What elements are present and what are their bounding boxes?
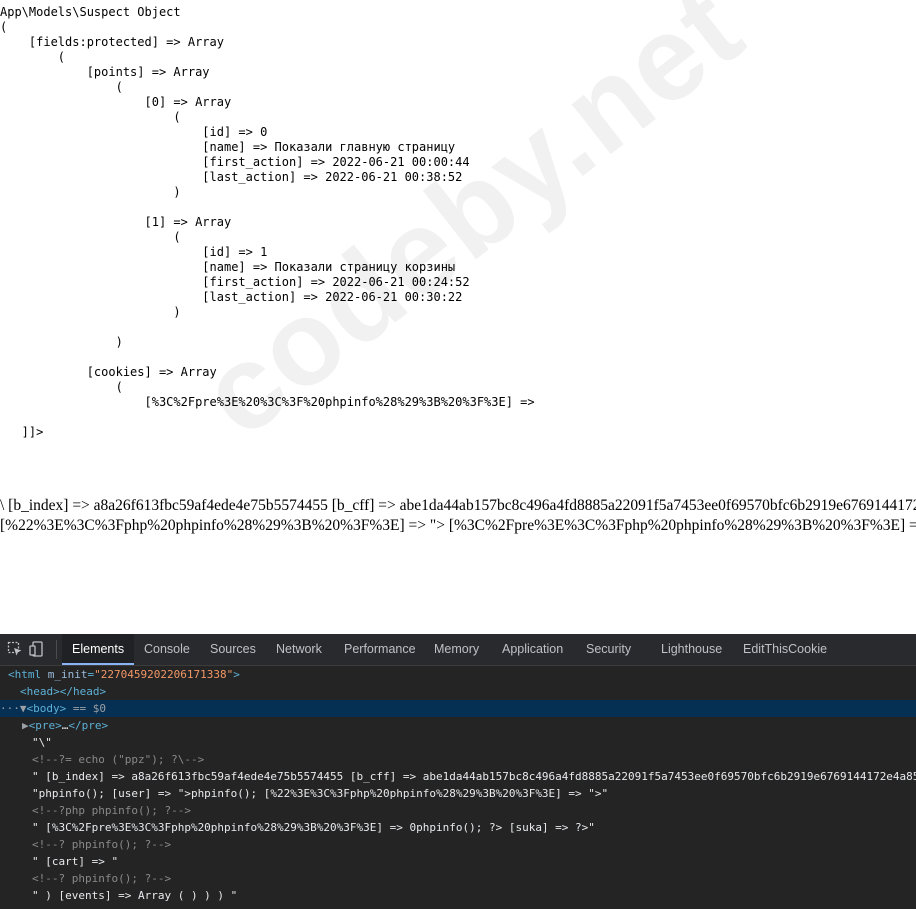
dom-node-head[interactable]: <head></head>	[0, 683, 916, 700]
pre-line: [name] => Показали страницу корзины	[0, 260, 456, 274]
pre-close-tag: </pre>	[68, 719, 109, 732]
dom-text-node[interactable]: " ) [events] => Array ( ) ) ) "	[0, 887, 916, 904]
text-content: " ) [events] => Array ( ) ) ) "	[32, 889, 238, 902]
pre-line: [id] => 0	[0, 125, 268, 139]
pre-line: [id] => 1	[0, 245, 268, 259]
comment-content: <!--?= echo ("ppz"); ?\-->	[32, 753, 205, 766]
pre-line: [0] => Array	[0, 95, 232, 109]
pre-line: [first_action] => 2022-06-21 00:00:44	[0, 155, 470, 169]
tab-elements[interactable]: Elements	[62, 634, 135, 665]
attr-name: m_init	[47, 668, 88, 681]
collapse-arrow-icon: ▶	[22, 719, 29, 732]
pre-line: [name] => Показали главную страницу	[0, 140, 456, 154]
tab-lighthouse[interactable]: Lighthouse	[661, 634, 722, 665]
pre-line: (	[0, 380, 123, 394]
pre-line: [1] => Array	[0, 215, 232, 229]
pre-line: [points] => Array	[0, 65, 210, 79]
text-content: " [%3C%2Fpre%3E%3C%3Fphp%20phpinfo%28%29…	[32, 821, 595, 834]
pre-line: App\Models\Suspect Object	[0, 5, 181, 19]
dom-text-node[interactable]: "\"	[0, 734, 916, 751]
pre-line: [%3C%2Fpre%3E%20%3C%3F%20phpinfo%28%29%3…	[0, 395, 535, 409]
pre-line: [fields:protected] => Array	[0, 35, 224, 49]
pre-line: (	[0, 50, 66, 64]
text-content: " [b_index] => a8a26f613fbc59af4ede4e75b…	[32, 770, 916, 783]
pre-line: [last_action] => 2022-06-21 00:38:52	[0, 170, 463, 184]
dom-comment-node[interactable]: <!--?php phpinfo(); ?-->	[0, 802, 916, 819]
dom-comment-node[interactable]: <!--? phpinfo(); ?-->	[0, 836, 916, 853]
tab-console[interactable]: Console	[144, 634, 190, 665]
tab-editthiscookie[interactable]: EditThisCookie	[743, 634, 827, 665]
html-close-bracket: >	[233, 668, 240, 681]
body-text-line: [%22%3E%3C%3Fphp%20phpinfo%28%29%3B%20%3…	[0, 517, 916, 534]
pre-line: (	[0, 230, 181, 244]
devtools-toolbar: Elements Console Sources Network Performance…	[0, 634, 916, 666]
pre-line: [first_action] => 2022-06-21 00:24:52	[0, 275, 470, 289]
pre-line: ]]>	[0, 425, 44, 439]
devtools-panel: Elements Console Sources Network Performance…	[0, 634, 916, 909]
tab-application[interactable]: Application	[502, 634, 563, 665]
device-toolbar-icon[interactable]	[29, 641, 45, 657]
dom-node-pre[interactable]: ▶<pre>…</pre>	[0, 717, 916, 734]
text-content: " [cart] => "	[32, 855, 119, 868]
pre-line: (	[0, 20, 8, 34]
dom-node-html[interactable]: <html m_init="2270459202206171338">	[0, 666, 916, 683]
body-tag: <body>	[26, 702, 67, 715]
body-expand-toggle: ···▼	[0, 702, 27, 715]
pre-line: (	[0, 110, 181, 124]
dom-text-node[interactable]: "phpinfo(); [user] => ">phpinfo(); [%22%…	[0, 785, 916, 802]
comment-content: <!--?php phpinfo(); ?-->	[32, 804, 191, 817]
toolbar-separator	[56, 640, 57, 659]
pre-line: )	[0, 305, 181, 319]
print-r-output: codeby.net App\Models\Suspect Object( [f…	[0, 0, 916, 455]
head-tag: <head></head>	[20, 685, 107, 698]
comment-content: <!--? phpinfo(); ?-->	[32, 838, 172, 851]
dom-comment-node[interactable]: <!--? phpinfo(); ?-->	[0, 870, 916, 887]
pre-line: [cookies] => Array	[0, 365, 217, 379]
html-open-tag: <html	[8, 668, 42, 681]
watermark: codeby.net	[176, 0, 767, 455]
pre-open-tag: <pre>	[28, 719, 62, 732]
tab-memory[interactable]: Memory	[434, 634, 479, 665]
inspect-element-icon[interactable]	[7, 641, 23, 657]
dom-node-body[interactable]: ···▼<body> == $0	[0, 700, 916, 717]
tab-performance[interactable]: Performance	[344, 634, 416, 665]
tab-network[interactable]: Network	[276, 634, 322, 665]
pre-line: )	[0, 335, 123, 349]
dom-comment-node[interactable]: <!--?= echo ("ppz"); ?\-->	[0, 751, 916, 768]
dom-text-node[interactable]: " [b_index] => a8a26f613fbc59af4ede4e75b…	[0, 768, 916, 785]
dom-text-node[interactable]: " [%3C%2Fpre%3E%3C%3Fphp%20phpinfo%28%29…	[0, 819, 916, 836]
body-text-line: \ [b_index] => a8a26f613fbc59af4ede4e75b…	[0, 497, 916, 514]
comment-content: <!--? phpinfo(); ?-->	[32, 872, 172, 885]
pre-line: (	[0, 80, 123, 94]
attr-value: "2270459202206171338"	[94, 668, 234, 681]
text-content: "\"	[32, 736, 52, 749]
text-content: "phpinfo(); [user] => ">phpinfo(); [%22%…	[32, 787, 609, 800]
tab-security[interactable]: Security	[586, 634, 631, 665]
dom-text-node[interactable]: " [cart] => "	[0, 853, 916, 870]
pre-line: [last_action] => 2022-06-21 00:30:22	[0, 290, 463, 304]
tab-sources[interactable]: Sources	[210, 634, 256, 665]
pre-line: )	[0, 185, 181, 199]
selected-marker: == $0	[66, 702, 106, 715]
